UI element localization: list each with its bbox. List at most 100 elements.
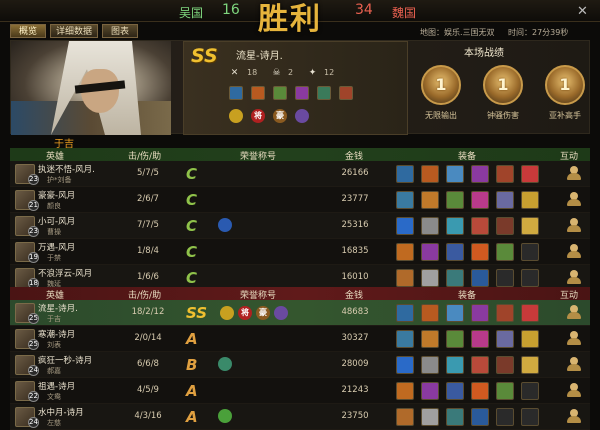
player-row[interactable]: 25 寒潮-诗月 刘表 2/0/14 A 30327 <box>10 326 590 352</box>
equip-slot-icon[interactable] <box>521 269 539 287</box>
player-row[interactable]: 25 流星-诗月. 于吉 18/2/12 SS 将豪 48683 <box>10 300 590 326</box>
tab-charts[interactable]: 图表 <box>102 24 138 38</box>
like-icon[interactable] <box>567 166 581 180</box>
equip-slot-icon[interactable] <box>396 217 414 235</box>
equip-slot-icon[interactable] <box>521 356 539 374</box>
equip-slot-icon[interactable] <box>396 191 414 209</box>
equip-slot-icon[interactable] <box>521 217 539 235</box>
equip-slot-icon[interactable] <box>471 243 489 261</box>
equip-slot-icon[interactable] <box>471 165 489 183</box>
equip-slot-icon[interactable] <box>446 304 464 322</box>
equip-slot-icon[interactable] <box>471 382 489 400</box>
equip-slot-icon[interactable] <box>421 356 439 374</box>
equip-slot-icon[interactable] <box>446 217 464 235</box>
like-icon[interactable] <box>567 331 581 345</box>
equip-slot-icon[interactable] <box>471 356 489 374</box>
like-icon[interactable] <box>567 409 581 423</box>
equip-slot-icon[interactable] <box>496 304 514 322</box>
like-icon[interactable] <box>567 357 581 371</box>
equip-slot-icon[interactable] <box>295 86 309 100</box>
player-name[interactable]: 疯狂一秒-诗月 <box>38 354 92 366</box>
equip-slot-icon[interactable] <box>251 86 265 100</box>
like-icon[interactable] <box>567 192 581 206</box>
equip-slot-icon[interactable] <box>446 165 464 183</box>
equip-slot-icon[interactable] <box>421 165 439 183</box>
like-icon[interactable] <box>567 244 581 258</box>
equip-slot-icon[interactable] <box>446 330 464 348</box>
equip-slot-icon[interactable] <box>471 408 489 426</box>
player-name[interactable]: 不浪浮云-风月 <box>38 267 92 279</box>
equip-slot-icon[interactable] <box>496 330 514 348</box>
tab-detail-data[interactable]: 详细数据 <box>50 24 98 38</box>
equip-slot-icon[interactable] <box>496 165 514 183</box>
equip-slot-icon[interactable] <box>496 382 514 400</box>
equip-slot-icon[interactable] <box>496 356 514 374</box>
close-icon[interactable]: ✕ <box>577 4 588 19</box>
player-name[interactable]: 执迷不悟-风月. <box>38 163 95 175</box>
equip-slot-icon[interactable] <box>521 243 539 261</box>
equip-slot-icon[interactable] <box>396 304 414 322</box>
equip-slot-icon[interactable] <box>496 269 514 287</box>
equip-slot-icon[interactable] <box>396 243 414 261</box>
player-row[interactable]: 19 万遇-风月 于禁 1/8/4 C 16835 <box>10 239 590 265</box>
equip-slot-icon[interactable] <box>521 304 539 322</box>
equip-slot-icon[interactable] <box>396 165 414 183</box>
equip-slot-icon[interactable] <box>421 304 439 322</box>
equip-slot-icon[interactable] <box>446 243 464 261</box>
equip-slot-icon[interactable] <box>521 408 539 426</box>
equip-slot-icon[interactable] <box>496 243 514 261</box>
equip-slot-icon[interactable] <box>421 217 439 235</box>
equip-slot-icon[interactable] <box>471 304 489 322</box>
equip-slot-icon[interactable] <box>396 330 414 348</box>
equip-slot-icon[interactable] <box>446 356 464 374</box>
like-icon[interactable] <box>567 383 581 397</box>
player-row[interactable]: 23 小可-风月 曹操 7/7/5 C 25316 <box>10 213 590 239</box>
equip-slot-icon[interactable] <box>317 86 331 100</box>
player-row[interactable]: 21 豪豪-风月 颜良 2/6/7 C 23777 <box>10 187 590 213</box>
player-name[interactable]: 小可-风月 <box>38 215 75 227</box>
player-row[interactable]: 22 祖遇-诗月 文鸯 4/5/9 A 21243 <box>10 378 590 404</box>
player-name[interactable]: 豪豪-风月 <box>38 189 75 201</box>
equip-slot-icon[interactable] <box>396 356 414 374</box>
equip-slot-icon[interactable] <box>421 269 439 287</box>
player-row[interactable]: 24 水中月-诗月 左慈 4/3/16 A 23750 <box>10 404 590 430</box>
equip-slot-icon[interactable] <box>446 408 464 426</box>
equip-slot-icon[interactable] <box>396 408 414 426</box>
equip-slot-icon[interactable] <box>471 330 489 348</box>
equip-slot-icon[interactable] <box>521 165 539 183</box>
equip-slot-icon[interactable] <box>339 86 353 100</box>
player-name[interactable]: 万遇-风月 <box>38 241 75 253</box>
equip-slot-icon[interactable] <box>273 86 287 100</box>
equip-slot-icon[interactable] <box>521 382 539 400</box>
equip-slot-icon[interactable] <box>446 269 464 287</box>
equip-slot-icon[interactable] <box>421 382 439 400</box>
like-icon[interactable] <box>567 270 581 284</box>
equip-slot-icon[interactable] <box>421 243 439 261</box>
equip-slot-icon[interactable] <box>496 191 514 209</box>
equip-slot-icon[interactable] <box>471 191 489 209</box>
equip-slot-icon[interactable] <box>496 408 514 426</box>
equip-slot-icon[interactable] <box>396 269 414 287</box>
player-name[interactable]: 流星-诗月. <box>38 302 78 314</box>
equip-slot-icon[interactable] <box>496 217 514 235</box>
player-name[interactable]: 寒潮-诗月 <box>38 328 75 340</box>
player-hero: 护*刘备 <box>47 176 72 184</box>
equip-slot-icon[interactable] <box>229 86 243 100</box>
equip-slot-icon[interactable] <box>446 191 464 209</box>
equip-slot-icon[interactable] <box>446 382 464 400</box>
equip-slot-icon[interactable] <box>471 217 489 235</box>
equip-slot-icon[interactable] <box>396 382 414 400</box>
player-row[interactable]: 23 执迷不悟-风月. 护*刘备 5/7/5 C 26166 <box>10 161 590 187</box>
player-name[interactable]: 水中月-诗月 <box>38 406 84 418</box>
tab-overview[interactable]: 概览 <box>10 24 46 38</box>
equip-slot-icon[interactable] <box>521 330 539 348</box>
equip-slot-icon[interactable] <box>421 191 439 209</box>
equip-slot-icon[interactable] <box>421 408 439 426</box>
equip-slot-icon[interactable] <box>421 330 439 348</box>
like-icon[interactable] <box>567 218 581 232</box>
like-icon[interactable] <box>567 305 581 319</box>
player-row[interactable]: 24 疯狂一秒-诗月 郝嘉 6/6/8 B 28009 <box>10 352 590 378</box>
player-name[interactable]: 祖遇-诗月 <box>38 380 75 392</box>
equip-slot-icon[interactable] <box>521 191 539 209</box>
equip-slot-icon[interactable] <box>471 269 489 287</box>
